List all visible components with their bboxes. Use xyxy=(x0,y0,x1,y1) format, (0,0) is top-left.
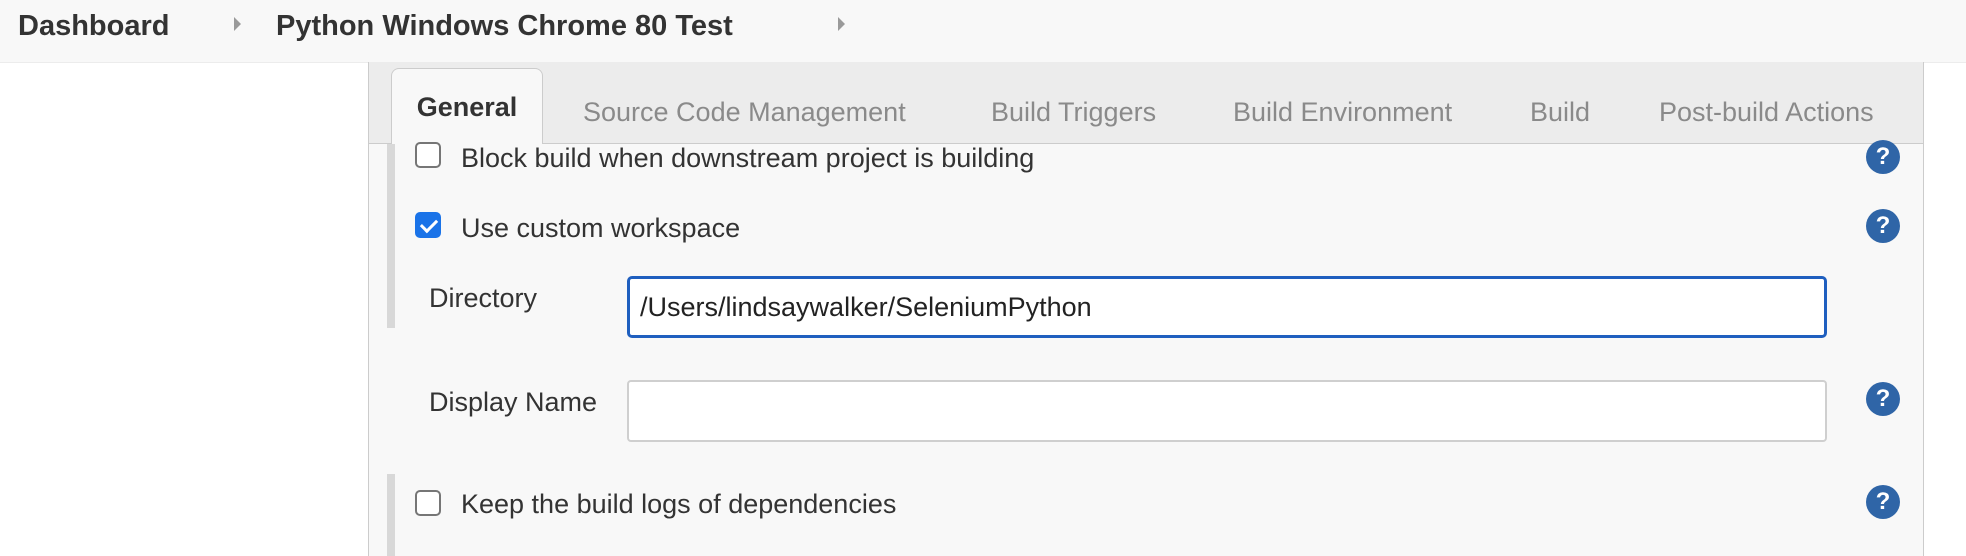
keep-logs-checkbox[interactable] xyxy=(415,490,441,516)
section-indent-bar xyxy=(387,474,395,556)
tab-build-triggers[interactable]: Build Triggers xyxy=(991,90,1156,134)
breadcrumb-chevron-icon[interactable] xyxy=(838,17,845,31)
config-panel: General Source Code Management Build Tri… xyxy=(368,62,1924,556)
custom-workspace-label[interactable]: Use custom workspace xyxy=(461,210,740,246)
breadcrumb-chevron-icon[interactable] xyxy=(234,17,241,31)
directory-label: Directory xyxy=(429,283,538,313)
display-name-label: Display Name xyxy=(429,387,598,417)
section-indent-bar xyxy=(387,144,395,328)
tab-source-code-management[interactable]: Source Code Management xyxy=(583,90,906,134)
help-icon[interactable]: ? xyxy=(1866,382,1900,416)
breadcrumb-dashboard[interactable]: Dashboard xyxy=(18,6,169,46)
tab-general[interactable]: General xyxy=(391,68,543,144)
breadcrumb-project[interactable]: Python Windows Chrome 80 Test xyxy=(276,6,733,46)
directory-input[interactable] xyxy=(627,276,1827,338)
tab-strip: General Source Code Management Build Tri… xyxy=(369,62,1923,144)
breadcrumb: Dashboard Python Windows Chrome 80 Test xyxy=(0,0,1966,63)
tab-build-environment[interactable]: Build Environment xyxy=(1233,90,1452,134)
block-downstream-checkbox[interactable] xyxy=(415,142,441,168)
help-icon[interactable]: ? xyxy=(1866,485,1900,519)
keep-logs-label[interactable]: Keep the build logs of dependencies xyxy=(461,486,896,522)
help-icon[interactable]: ? xyxy=(1866,209,1900,243)
custom-workspace-checkbox[interactable] xyxy=(415,212,441,238)
block-downstream-label[interactable]: Block build when downstream project is b… xyxy=(461,140,1034,176)
display-name-input[interactable] xyxy=(627,380,1827,442)
tab-post-build-actions[interactable]: Post-build Actions xyxy=(1659,90,1874,134)
tab-build[interactable]: Build xyxy=(1530,90,1590,134)
help-icon[interactable]: ? xyxy=(1866,140,1900,174)
